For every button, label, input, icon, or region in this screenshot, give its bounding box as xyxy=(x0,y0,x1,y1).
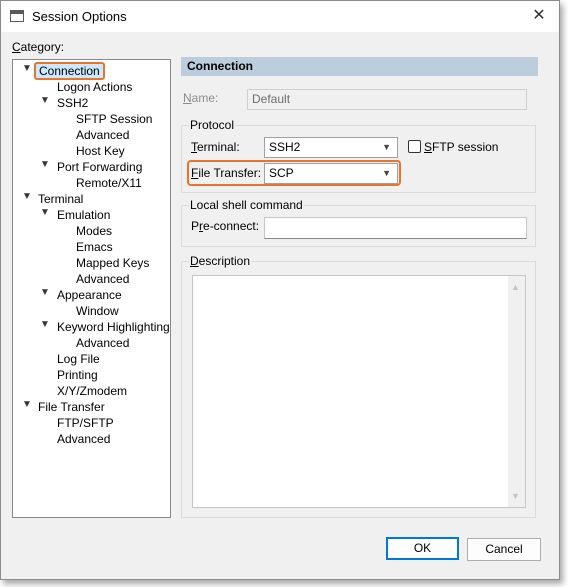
chevron-down-icon[interactable]: ▼ xyxy=(22,191,32,207)
terminal-select[interactable]: SSH2 ▼ xyxy=(264,137,398,158)
chevron-down-icon: ▼ xyxy=(382,142,391,152)
tree-item-logon-actions[interactable]: Logon Actions xyxy=(57,79,132,95)
description-textarea[interactable]: ▲ ▼ xyxy=(192,275,526,508)
sftp-session-label[interactable]: SFTP session xyxy=(424,140,498,154)
window-app-icon xyxy=(10,10,24,22)
protocol-group-title: Protocol xyxy=(189,118,236,132)
tree-item-ssh2-advanced[interactable]: Advanced xyxy=(76,127,129,143)
tree-item-remote-x11[interactable]: Remote/X11 xyxy=(76,175,142,191)
tree-item-emulation-advanced[interactable]: Advanced xyxy=(76,271,129,287)
preconnect-label: Pre-connect: xyxy=(191,219,260,233)
tree-item-emulation[interactable]: Emulation xyxy=(57,207,110,223)
terminal-label: Terminal: xyxy=(191,140,240,154)
tree-item-file-transfer-advanced[interactable]: Advanced xyxy=(57,431,110,447)
tree-item-keyword-advanced[interactable]: Advanced xyxy=(76,335,129,351)
chevron-down-icon: ▼ xyxy=(382,168,391,178)
window-title: Session Options xyxy=(32,9,127,24)
chevron-down-icon[interactable]: ▼ xyxy=(40,287,50,303)
sftp-session-checkbox[interactable] xyxy=(408,140,421,153)
tree-item-xyzmodem[interactable]: X/Y/Zmodem xyxy=(57,383,127,399)
tree-item-host-key[interactable]: Host Key xyxy=(76,143,125,159)
tree-item-mapped-keys[interactable]: Mapped Keys xyxy=(76,255,149,271)
tree-item-connection[interactable]: Connection xyxy=(34,62,105,80)
tree-item-file-transfer[interactable]: File Transfer xyxy=(38,399,105,415)
category-tree[interactable]: ▼ Connection Logon Actions ▼ SSH2 SFTP S… xyxy=(12,59,171,518)
chevron-down-icon[interactable]: ▼ xyxy=(40,319,50,335)
file-transfer-select[interactable]: SCP ▼ xyxy=(264,163,398,184)
tree-item-sftp-session[interactable]: SFTP Session xyxy=(76,111,152,127)
tree-item-ftp-sftp[interactable]: FTP/SFTP xyxy=(57,415,114,431)
name-field: Default xyxy=(247,89,527,110)
close-icon[interactable]: ✕ xyxy=(529,6,549,26)
panel-header: Connection xyxy=(181,57,538,76)
scroll-down-arrow-icon[interactable]: ▼ xyxy=(511,491,520,501)
scroll-up-arrow-icon[interactable]: ▲ xyxy=(511,282,520,292)
title-bar[interactable]: Session Options ✕ xyxy=(1,1,559,32)
description-scrollbar[interactable]: ▲ ▼ xyxy=(508,276,525,507)
ok-button[interactable]: OK xyxy=(386,537,459,560)
tree-item-emacs[interactable]: Emacs xyxy=(76,239,113,255)
tree-item-keyword-highlighting[interactable]: Keyword Highlighting xyxy=(57,319,170,335)
tree-item-port-forwarding[interactable]: Port Forwarding xyxy=(57,159,142,175)
name-label: Name: xyxy=(183,91,219,105)
chevron-down-icon[interactable]: ▼ xyxy=(40,95,50,111)
chevron-down-icon[interactable]: ▼ xyxy=(40,159,50,175)
tree-item-printing[interactable]: Printing xyxy=(57,367,98,383)
tree-item-appearance[interactable]: Appearance xyxy=(57,287,122,303)
terminal-select-value: SSH2 xyxy=(269,140,301,154)
chevron-down-icon[interactable]: ▼ xyxy=(22,63,32,79)
tree-item-ssh2[interactable]: SSH2 xyxy=(57,95,88,111)
file-transfer-select-value: SCP xyxy=(269,166,294,180)
cancel-button[interactable]: Cancel xyxy=(467,538,541,561)
description-group-title: Description xyxy=(189,254,252,268)
tree-item-modes[interactable]: Modes xyxy=(76,223,112,239)
session-options-dialog: Session Options ✕ Category: ▼ Connection… xyxy=(0,0,560,580)
tree-item-log-file[interactable]: Log File xyxy=(57,351,100,367)
file-transfer-label: File Transfer: xyxy=(191,166,262,180)
chevron-down-icon[interactable]: ▼ xyxy=(40,207,50,223)
tree-item-window[interactable]: Window xyxy=(76,303,119,319)
chevron-down-icon[interactable]: ▼ xyxy=(22,399,32,415)
tree-item-terminal[interactable]: Terminal xyxy=(38,191,83,207)
preconnect-input[interactable] xyxy=(264,217,527,239)
category-label: Category: xyxy=(12,40,65,54)
local-shell-group-title: Local shell command xyxy=(189,198,304,212)
